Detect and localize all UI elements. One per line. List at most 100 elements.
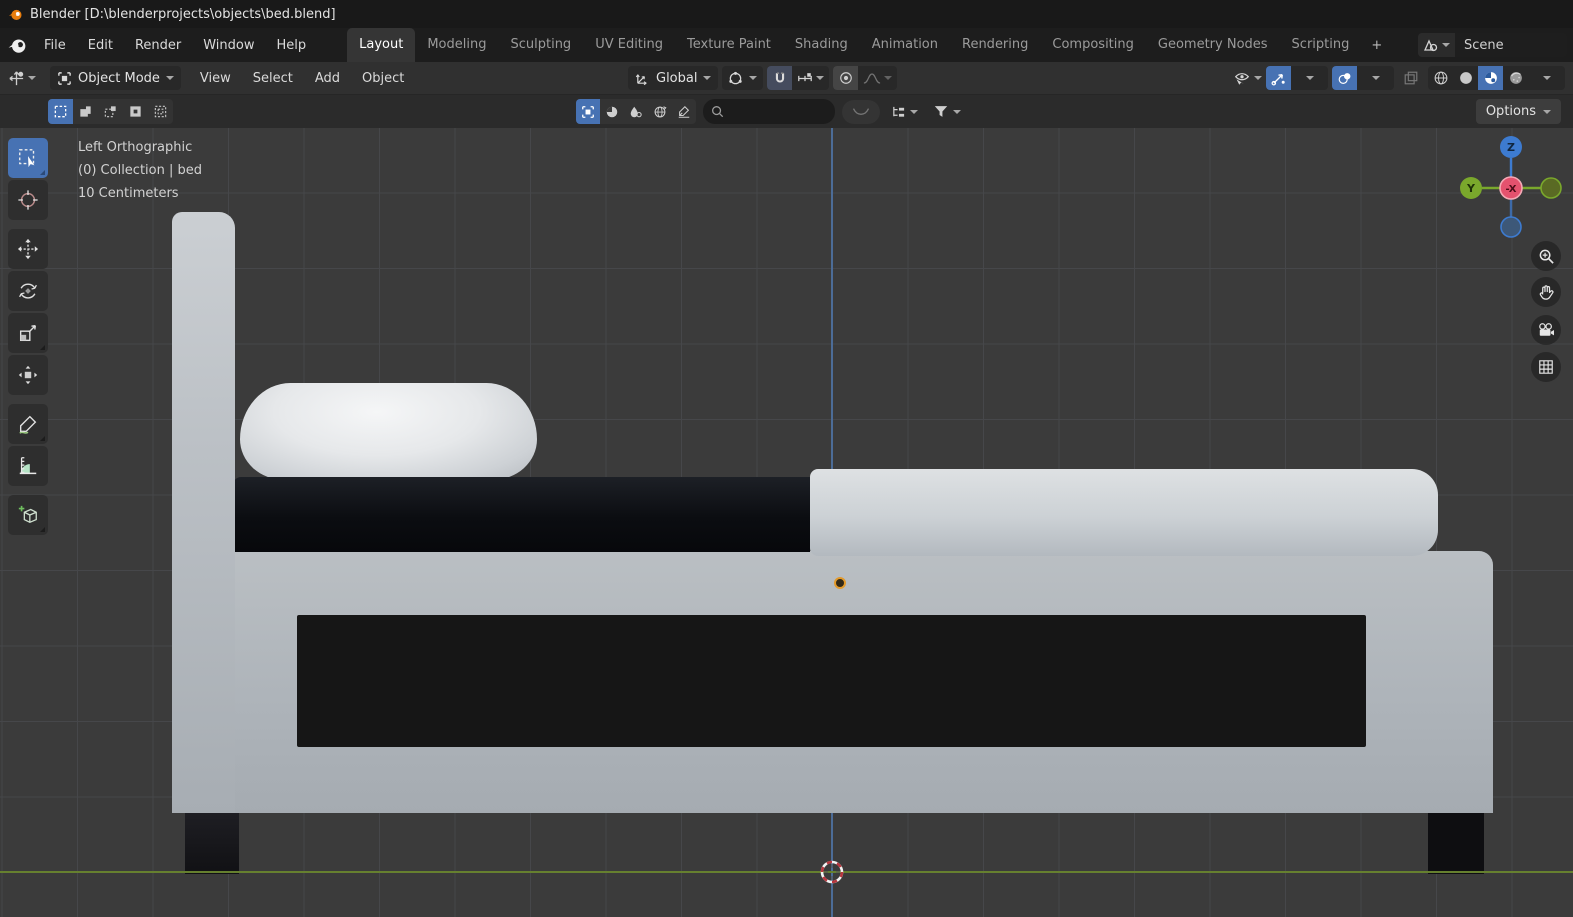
tab-rendering[interactable]: Rendering (950, 28, 1040, 62)
hand-icon (1539, 284, 1554, 300)
blender-menu-logo-icon[interactable] (8, 36, 27, 55)
options-dropdown[interactable]: Options (1475, 99, 1561, 124)
shading-wireframe-button[interactable] (1428, 66, 1453, 90)
tab-geometry-nodes[interactable]: Geometry Nodes (1146, 28, 1280, 62)
tool-transform[interactable] (8, 355, 48, 395)
snap-toggle-button[interactable] (767, 66, 793, 90)
curve-falloff-button[interactable] (842, 99, 880, 124)
tab-compositing[interactable]: Compositing (1040, 28, 1146, 62)
menu-render[interactable]: Render (124, 34, 192, 57)
scene-name-field[interactable]: Scene (1455, 33, 1567, 57)
orientation-axes-icon (635, 73, 647, 85)
filter-brush-button[interactable] (672, 99, 696, 124)
workspace-tabs: Layout Modeling Sculpting UV Editing Tex… (347, 28, 1392, 62)
cursor-3d[interactable] (815, 855, 849, 889)
menu-help[interactable]: Help (266, 34, 318, 57)
tool-cursor[interactable] (8, 180, 48, 220)
gizmo-z-label: Z (1507, 141, 1515, 154)
proportional-edit-toggle[interactable] (833, 66, 859, 90)
ortho-perspective-button[interactable] (1531, 352, 1561, 382)
xray-icon (1404, 71, 1418, 85)
object-origin-dot[interactable] (834, 577, 846, 589)
menu-add[interactable]: Add (304, 67, 351, 90)
bed-headboard[interactable] (172, 212, 235, 813)
gizmo-settings-dropdown[interactable] (1291, 66, 1328, 90)
filter-material-button[interactable] (624, 99, 648, 124)
zoom-button[interactable] (1531, 241, 1561, 271)
select-box-icon (19, 149, 35, 168)
filter-world-button[interactable] (648, 99, 672, 124)
filter-dropdown[interactable] (929, 100, 965, 124)
pivot-point-dropdown[interactable] (722, 66, 764, 90)
menu-object[interactable]: Object (351, 67, 415, 90)
filter-object-button[interactable] (576, 99, 600, 124)
tool-measure[interactable] (8, 446, 48, 486)
bed-mattress-dark[interactable] (233, 477, 810, 552)
select-subtract-button[interactable] (98, 99, 123, 124)
tab-shading[interactable]: Shading (783, 28, 860, 62)
menu-edit[interactable]: Edit (77, 34, 124, 57)
tab-animation[interactable]: Animation (860, 28, 950, 62)
pan-button[interactable] (1531, 277, 1561, 307)
proportional-circle-icon (840, 72, 852, 84)
tab-sculpting[interactable]: Sculpting (498, 28, 583, 62)
tab-texture-paint[interactable]: Texture Paint (675, 28, 783, 62)
tool-scale[interactable] (8, 313, 48, 353)
menu-select[interactable]: Select (242, 67, 304, 90)
editor-type-button[interactable] (8, 66, 36, 90)
bed-side-panel[interactable] (297, 615, 1366, 747)
tool-rotate[interactable] (8, 271, 48, 311)
xray-toggle[interactable] (1398, 66, 1424, 90)
tool-add-cube[interactable] (8, 495, 48, 535)
search-input[interactable] (729, 103, 833, 120)
add-workspace-button[interactable]: + (1361, 28, 1392, 62)
bed-leg-left[interactable] (185, 813, 239, 874)
shading-rendered-button[interactable] (1503, 66, 1528, 90)
gizmo-negx-label: -X (1505, 184, 1516, 195)
tool-select-box[interactable] (8, 138, 48, 178)
tree-list-icon (893, 106, 905, 117)
select-intersect-button[interactable] (148, 99, 173, 124)
mode-dropdown[interactable]: Object Mode (50, 66, 181, 90)
camera-view-button[interactable] (1531, 315, 1561, 345)
tab-modeling[interactable]: Modeling (415, 28, 498, 62)
select-extend-button[interactable] (73, 99, 98, 124)
viewport-3d[interactable]: Left Orthographic (0) Collection | bed 1… (0, 128, 1573, 917)
select-invert-button[interactable] (123, 99, 148, 124)
scene-browse-button[interactable] (1418, 33, 1455, 57)
tool-move[interactable] (8, 229, 48, 269)
bed-pillow[interactable] (240, 383, 537, 480)
shading-solid-button[interactable] (1453, 66, 1478, 90)
transform-orientation-dropdown[interactable]: Global (628, 66, 719, 90)
bed-blanket[interactable] (810, 469, 1438, 556)
shading-settings-dropdown[interactable] (1528, 66, 1565, 90)
scale-icon (19, 324, 37, 342)
menu-view[interactable]: View (189, 67, 242, 90)
wireframe-sphere-icon (1434, 71, 1447, 85)
select-subtract-icon (104, 106, 116, 118)
chevron-down-icon (953, 109, 961, 114)
show-gizmo-toggle[interactable] (1266, 66, 1291, 90)
tool-settings-bar: Options (0, 95, 1573, 128)
filter-search-controls (576, 99, 965, 124)
tool-annotate[interactable] (8, 404, 48, 444)
tab-scripting[interactable]: Scripting (1280, 28, 1362, 62)
measure-ruler-icon (19, 457, 37, 475)
navigation-gizmo[interactable]: Z Y -X (1456, 134, 1566, 246)
object-visibility-dropdown[interactable] (1233, 66, 1262, 90)
select-set-button[interactable] (48, 99, 73, 124)
world-icon (654, 105, 667, 117)
menu-window[interactable]: Window (192, 34, 265, 57)
snap-settings-dropdown[interactable] (792, 66, 829, 90)
proportional-edit-group (833, 66, 898, 90)
filter-shading-button[interactable] (600, 99, 624, 124)
overlays-settings-dropdown[interactable] (1357, 66, 1394, 90)
proportional-falloff-dropdown[interactable] (858, 66, 897, 90)
shading-material-preview-button[interactable] (1478, 66, 1503, 90)
bed-leg-right[interactable] (1428, 813, 1484, 874)
show-overlays-toggle[interactable] (1332, 66, 1357, 90)
tab-uv-editing[interactable]: UV Editing (583, 28, 675, 62)
menu-file[interactable]: File (33, 34, 77, 57)
display-mode-dropdown[interactable] (887, 100, 922, 124)
tab-layout[interactable]: Layout (347, 28, 416, 62)
